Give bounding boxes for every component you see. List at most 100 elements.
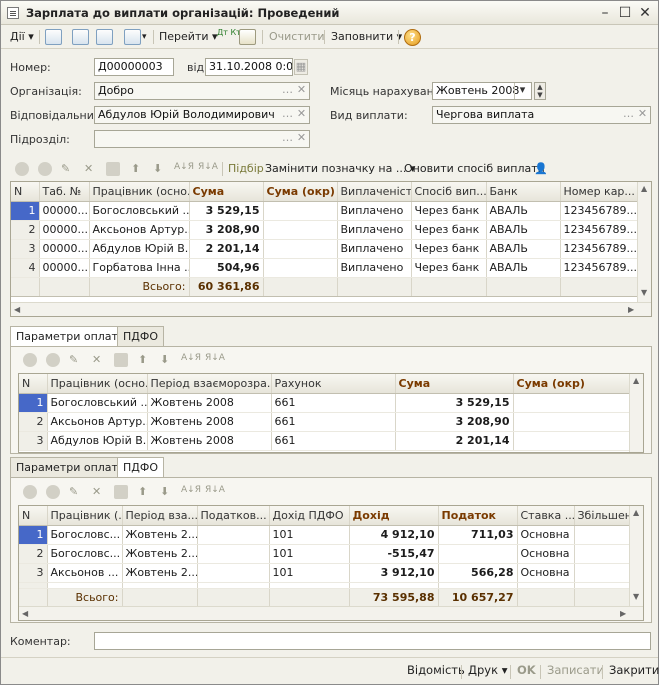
vertical-scrollbar[interactable]: ▲ ▼ xyxy=(637,182,651,302)
col-header[interactable]: Працівник (осно... xyxy=(47,374,148,394)
table-cell[interactable]: 3 xyxy=(19,563,48,583)
table-cell[interactable]: 101 xyxy=(269,563,350,583)
table-cell[interactable]: Виплачено xyxy=(337,258,412,278)
col-header[interactable]: N xyxy=(11,182,40,202)
post-icon[interactable] xyxy=(96,29,113,45)
table-cell[interactable]: Через банк xyxy=(411,239,487,259)
table-cell[interactable]: 661 xyxy=(271,431,396,451)
move-down-icon[interactable]: ⬇ xyxy=(153,162,162,175)
add-row-icon[interactable] xyxy=(23,485,37,499)
col-header[interactable]: Виплаченість xyxy=(337,182,412,202)
tab-pdfo[interactable]: ПДФО xyxy=(117,457,164,478)
table-cell[interactable]: Виплачено xyxy=(337,201,412,221)
pick-button[interactable]: Підбір xyxy=(228,162,264,175)
table-cell[interactable]: Жовтень 2008 xyxy=(147,431,272,451)
sort-desc-icon[interactable]: Я↓A xyxy=(205,485,225,495)
table-cell[interactable]: Жовтень 2008 xyxy=(147,393,272,413)
date-field[interactable]: 31.10.2008 0:00:00 xyxy=(205,58,293,76)
table-cell[interactable]: 00000... xyxy=(39,201,90,221)
table-cell[interactable]: 1 xyxy=(19,393,48,413)
copy-row-icon[interactable] xyxy=(38,162,52,176)
table-cell[interactable]: 504,96 xyxy=(189,258,264,278)
fill-menu-button[interactable]: Заповнити ▾ xyxy=(331,28,402,46)
end-edit-icon[interactable] xyxy=(114,353,128,367)
month-spin-icon[interactable]: ▲ ▼ xyxy=(534,82,546,100)
table-cell[interactable]: 2 201,14 xyxy=(395,431,514,451)
table-cell[interactable]: Богословс... xyxy=(47,544,123,564)
employee-icon[interactable]: 👤 xyxy=(534,162,548,175)
number-field[interactable]: Д00000003 xyxy=(94,58,174,76)
table-cell[interactable]: 00000... xyxy=(39,239,90,259)
col-header[interactable]: Період взаєморозра... xyxy=(147,374,272,394)
scroll-left-icon[interactable]: ◀ xyxy=(14,305,20,315)
sort-desc-icon[interactable]: Я↓A xyxy=(198,162,218,172)
table-cell[interactable]: АВАЛЬ xyxy=(486,220,561,240)
col-header[interactable]: Працівник (осно... xyxy=(89,182,190,202)
table-cell[interactable]: Виплачено xyxy=(337,220,412,240)
table-row[interactable]: 1 00000... Богословський ... 3 529,15 Ви… xyxy=(11,201,640,221)
table-cell[interactable]: 00000... xyxy=(39,220,90,240)
based-on-icon[interactable] xyxy=(124,29,141,45)
col-header[interactable]: N xyxy=(19,374,48,394)
table-cell[interactable]: 2 201,14 xyxy=(189,239,264,259)
tab-pdfo[interactable]: ПДФО xyxy=(117,326,164,346)
horizontal-scrollbar[interactable]: ◀ ▶ xyxy=(19,606,643,620)
table-cell[interactable] xyxy=(513,431,632,451)
delete-row-icon[interactable]: ✕ xyxy=(92,353,101,366)
dept-clear-icon[interactable]: ✕ xyxy=(295,131,308,147)
delete-row-icon[interactable]: ✕ xyxy=(92,485,101,498)
table-cell[interactable] xyxy=(197,563,270,583)
comment-field[interactable] xyxy=(94,632,651,650)
table-cell[interactable] xyxy=(438,544,518,564)
paytype-field[interactable]: Чергова виплата xyxy=(432,106,651,124)
col-header[interactable]: Дохід xyxy=(349,506,439,526)
paytype-clear-icon[interactable]: ✕ xyxy=(636,107,649,123)
table-cell[interactable]: 661 xyxy=(271,412,396,432)
table-cell[interactable]: Жовтень 2008 xyxy=(147,412,272,432)
table-cell[interactable]: Аксьонов Артур... xyxy=(89,220,190,240)
sort-asc-icon[interactable]: A↓Я xyxy=(181,353,201,363)
table-row[interactable]: 3 Аксьонов ... Жовтень 2... 101 3 912,10… xyxy=(19,563,632,583)
table-cell[interactable]: Основна xyxy=(517,563,575,583)
table-cell[interactable]: 3 208,90 xyxy=(395,412,514,432)
table-cell[interactable]: АВАЛЬ xyxy=(486,239,561,259)
copy-row-icon[interactable] xyxy=(46,353,60,367)
col-header[interactable]: Період вза... xyxy=(122,506,198,526)
responsible-clear-icon[interactable]: ✕ xyxy=(295,107,308,123)
table-cell[interactable]: 4 xyxy=(11,258,40,278)
print-menu-button[interactable]: Друк ▾ xyxy=(468,663,507,677)
table-cell[interactable] xyxy=(574,563,632,583)
table-cell[interactable]: 2 xyxy=(19,412,48,432)
col-header[interactable]: Банк xyxy=(486,182,561,202)
table-cell[interactable]: Жовтень 2... xyxy=(122,544,198,564)
move-up-icon[interactable]: ⬆ xyxy=(138,353,147,366)
table-row[interactable]: 3 00000... Абдулов Юрій В... 2 201,14 Ви… xyxy=(11,239,640,259)
org-field[interactable]: Добро xyxy=(94,82,310,100)
scroll-up-icon[interactable]: ▲ xyxy=(633,508,639,518)
responsible-select-button[interactable]: … xyxy=(281,107,294,123)
scroll-down-icon[interactable]: ▼ xyxy=(641,288,647,298)
table-cell[interactable]: 661 xyxy=(271,393,396,413)
table-cell[interactable] xyxy=(263,201,338,221)
table-cell[interactable]: -515,47 xyxy=(349,544,439,564)
table-cell[interactable]: 711,03 xyxy=(438,525,518,545)
table-cell[interactable]: Горбатова Інна ... xyxy=(89,258,190,278)
org-select-button[interactable]: … xyxy=(281,83,294,99)
close-button[interactable]: Закрити xyxy=(609,663,659,677)
col-header[interactable]: Дохід ПДФО xyxy=(269,506,350,526)
table-cell[interactable]: Богословський ... xyxy=(47,393,148,413)
col-header[interactable]: Таб. № xyxy=(39,182,90,202)
table-cell[interactable]: Основна xyxy=(517,525,575,545)
col-header[interactable]: Сума xyxy=(189,182,264,202)
responsible-field[interactable]: Абдулов Юрій Володимирович xyxy=(94,106,310,124)
tab-payment-params[interactable]: Параметри оплати xyxy=(10,326,132,347)
ok-button[interactable]: OK xyxy=(517,663,536,677)
table-cell[interactable]: 123456789... xyxy=(560,258,640,278)
refresh-icon[interactable] xyxy=(72,29,89,45)
sort-asc-icon[interactable]: A↓Я xyxy=(174,162,194,172)
table-cell[interactable]: АВАЛЬ xyxy=(486,201,561,221)
table-cell[interactable]: 3 529,15 xyxy=(395,393,514,413)
paytype-select-button[interactable]: … xyxy=(622,107,635,123)
dtkt-icon[interactable]: Дт Кт xyxy=(217,28,241,46)
table-cell[interactable]: 2 xyxy=(19,544,48,564)
